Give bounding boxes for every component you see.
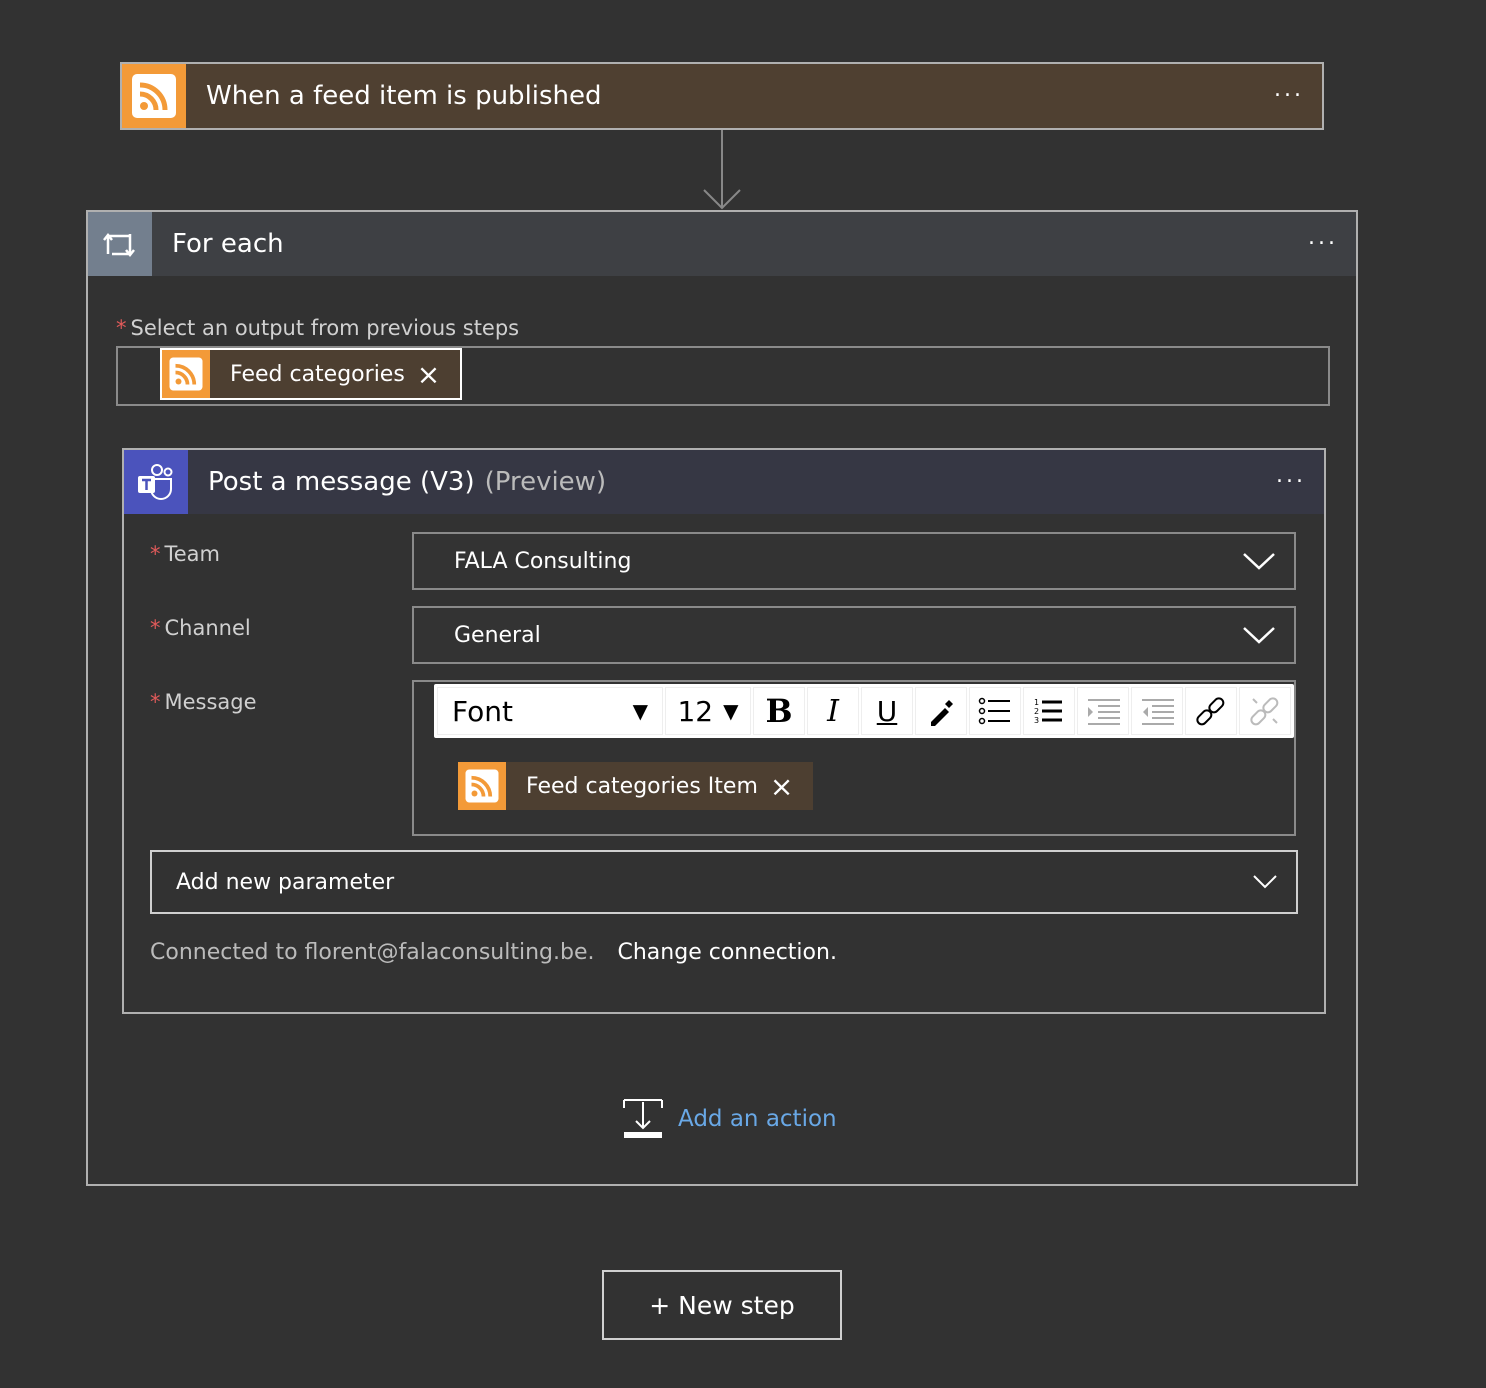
- more-options-button[interactable]: ···: [1276, 470, 1306, 495]
- message-editor[interactable]: Font ▼ 12 ▼ B I U 123 Feed categories Item…: [412, 680, 1296, 836]
- team-value: FALA Consulting: [454, 548, 632, 574]
- svg-text:3: 3: [1034, 716, 1039, 725]
- action-header[interactable]: Post a message (V3) (Preview) ···: [124, 450, 1324, 514]
- foreach-header[interactable]: For each ···: [88, 212, 1356, 276]
- feed-categories-token: Feed categories ×: [160, 348, 463, 400]
- channel-value: General: [454, 622, 541, 648]
- remove-token-button[interactable]: ×: [770, 770, 793, 803]
- font-size-select[interactable]: 12 ▼: [665, 687, 751, 735]
- unlink-icon[interactable]: [1239, 687, 1291, 735]
- add-action-button[interactable]: Add an action: [622, 1098, 837, 1140]
- rss-icon: [122, 64, 186, 128]
- new-step-button[interactable]: + New step: [602, 1270, 842, 1340]
- bullet-list-icon[interactable]: [969, 687, 1021, 735]
- editor-toolbar: Font ▼ 12 ▼ B I U 123: [434, 684, 1294, 738]
- select-output-input[interactable]: Feed categories ×: [116, 346, 1330, 406]
- team-label: * Team: [150, 542, 221, 566]
- connector-arrow-icon: [703, 130, 741, 210]
- italic-button[interactable]: I: [807, 687, 859, 735]
- caret-down-icon: ▼: [723, 699, 739, 723]
- more-options-button[interactable]: ···: [1274, 84, 1304, 109]
- svg-text:2: 2: [1034, 707, 1039, 716]
- chevron-down-icon: [1243, 553, 1275, 570]
- numbered-list-icon[interactable]: 123: [1023, 687, 1075, 735]
- action-title: Post a message (V3): [208, 467, 475, 497]
- remove-token-button[interactable]: ×: [417, 358, 440, 391]
- underline-button[interactable]: U: [861, 687, 913, 735]
- message-label: * Message: [150, 690, 257, 714]
- add-action-label: Add an action: [678, 1106, 837, 1132]
- token-label: Feed categories: [230, 361, 405, 387]
- post-message-card: Post a message (V3) (Preview) ··· * Team …: [122, 448, 1326, 1014]
- teams-icon: [124, 450, 188, 514]
- rss-icon: [162, 350, 210, 398]
- indent-icon[interactable]: [1077, 687, 1129, 735]
- caret-down-icon: ▼: [632, 699, 648, 723]
- more-options-button[interactable]: ···: [1308, 232, 1338, 257]
- token-label: Feed categories Item: [526, 773, 758, 799]
- svg-text:1: 1: [1034, 698, 1039, 707]
- add-action-icon: [623, 1099, 663, 1138]
- channel-dropdown[interactable]: General: [412, 606, 1296, 664]
- trigger-title: When a feed item is published: [206, 81, 602, 111]
- link-icon[interactable]: [1185, 687, 1237, 735]
- loop-icon: [88, 212, 152, 276]
- foreach-card: For each ··· * Select an output from prev…: [86, 210, 1358, 1186]
- chevron-down-icon: [1243, 627, 1275, 644]
- add-new-parameter-dropdown[interactable]: Add new parameter: [150, 850, 1298, 914]
- channel-label: * Channel: [150, 616, 251, 640]
- feed-categories-item-token: Feed categories Item ×: [458, 762, 814, 810]
- foreach-title: For each: [172, 229, 284, 259]
- team-dropdown[interactable]: FALA Consulting: [412, 532, 1296, 590]
- select-output-label: * Select an output from previous steps: [116, 316, 520, 340]
- trigger-card[interactable]: When a feed item is published ···: [120, 62, 1324, 130]
- outdent-icon[interactable]: [1131, 687, 1183, 735]
- font-select[interactable]: Font ▼: [437, 687, 663, 735]
- add-parameter-label: Add new parameter: [176, 869, 395, 895]
- connection-info: Connected to florent@falaconsulting.be.: [150, 940, 595, 965]
- color-picker-icon[interactable]: [915, 687, 967, 735]
- bold-button[interactable]: B: [753, 687, 805, 735]
- rss-icon: [458, 762, 506, 810]
- chevron-down-icon: [1253, 875, 1277, 889]
- change-connection-link[interactable]: Change connection.: [618, 940, 837, 965]
- preview-label: (Preview): [484, 467, 607, 497]
